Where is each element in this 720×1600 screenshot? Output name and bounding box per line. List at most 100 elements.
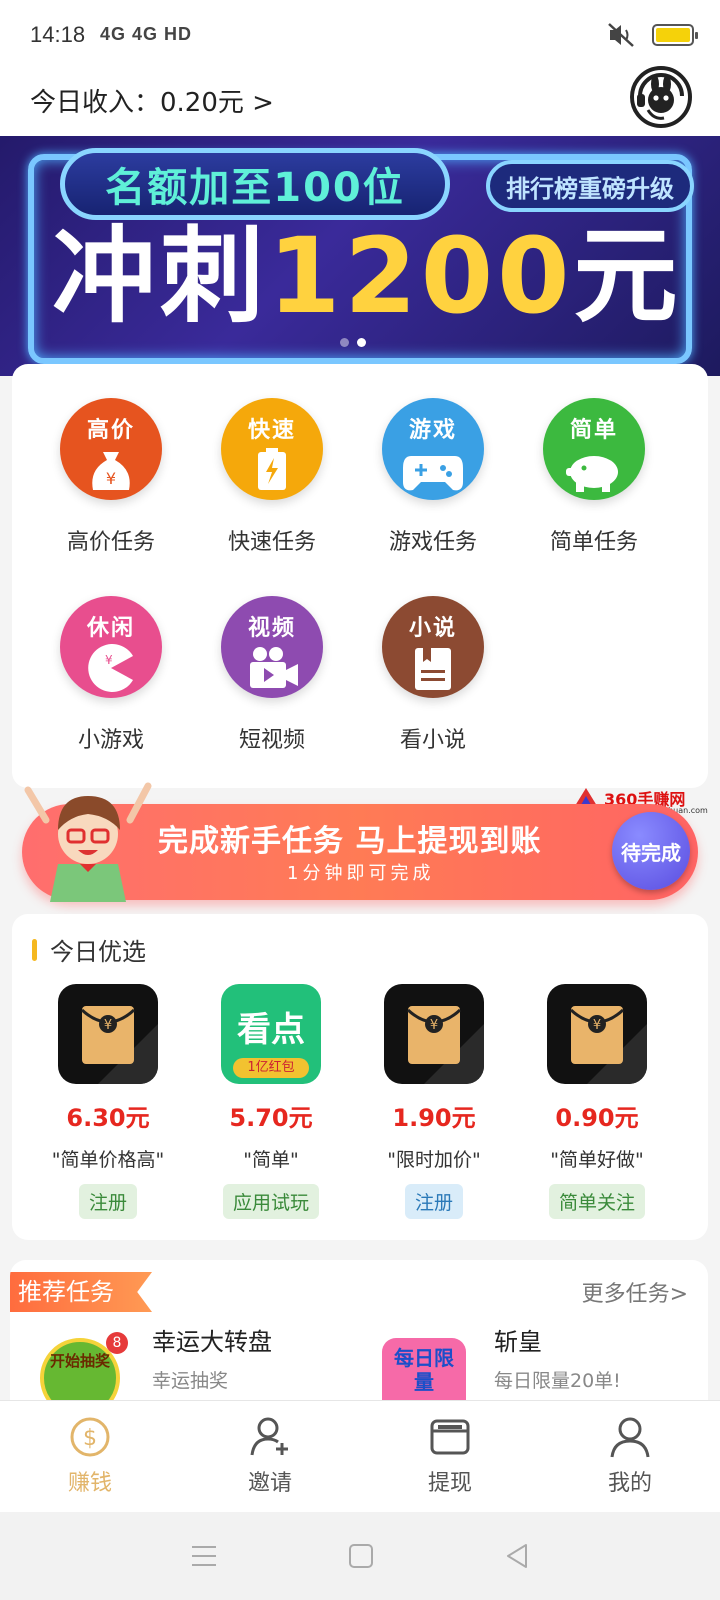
- task-badge: 简单: [569, 418, 618, 443]
- money-bag-icon: 高价 ¥: [60, 398, 162, 500]
- pending-complete-button[interactable]: 待完成: [612, 812, 690, 890]
- banner-tag: 排行榜重磅升级: [486, 160, 694, 212]
- task-simple[interactable]: 简单 简单任务: [519, 398, 669, 556]
- signal-indicators: 4G 4G HD: [100, 24, 193, 44]
- task-fast[interactable]: 快速 快速任务: [197, 398, 347, 556]
- tab-label: 赚钱: [67, 1471, 112, 1496]
- section-title: 今日优选: [32, 932, 146, 967]
- svg-text:$: $: [83, 1426, 97, 1451]
- pick-desc: "简单价格高": [51, 1149, 165, 1171]
- daily-limit-icon: 每日限量: [382, 1338, 466, 1400]
- tab-invite[interactable]: 邀请: [180, 1401, 360, 1512]
- today-income-link[interactable]: 今日收入：0.20元 >: [30, 82, 274, 119]
- pick-item[interactable]: ¥ 6.30元 "简单价格高" 注册: [28, 984, 188, 1219]
- rec-sub: 每日限量20单!: [494, 1370, 621, 1392]
- task-novel[interactable]: 小说 看小说: [358, 596, 508, 754]
- bottom-tab-bar: $ 赚钱 邀请 提现 我的: [0, 1400, 720, 1512]
- newbie-task-banner[interactable]: 完成新手任务 马上提现到账 1分钟即可完成 待完成: [22, 782, 698, 902]
- svg-text:¥: ¥: [593, 1018, 601, 1033]
- rec-name: 幸运大转盘: [152, 1328, 272, 1356]
- task-badge: 视频: [247, 616, 296, 641]
- mute-vibrate-icon: [608, 23, 634, 47]
- kandian-logo-text: 看点: [237, 1010, 305, 1050]
- pick-item[interactable]: ¥ 1.90元 "限时加价" 注册: [354, 984, 514, 1219]
- pick-item[interactable]: ¥ 0.90元 "简单好做" 简单关注: [517, 984, 677, 1219]
- task-label: 高价任务: [66, 530, 155, 555]
- task-label: 短视频: [238, 728, 305, 753]
- pick-tag: 应用试玩: [222, 1184, 319, 1219]
- wallet-icon: [430, 1419, 470, 1455]
- status-bar: 14:18 4G 4G HD: [0, 0, 720, 72]
- tab-label: 邀请: [247, 1471, 292, 1496]
- task-game[interactable]: 游戏 游戏任务: [358, 398, 508, 556]
- today-picks-card: 今日优选 ¥ 6.30元 "简单价格高" 注册 看点 1亿红包 5.70元 "简…: [12, 914, 708, 1240]
- rec-item-zhanhuang[interactable]: 每日限量 斩皇 每日限量20单!: [352, 1322, 682, 1400]
- gamepad-icon: 游戏: [382, 398, 484, 500]
- pick-price: 5.70元: [229, 1104, 313, 1132]
- task-badge: 高价: [86, 418, 135, 443]
- recommended-tasks-card: 推荐任务 更多任务> 开始抽奖 8 幸运大转盘 幸运抽奖 每日限量 斩皇 每日限…: [10, 1260, 708, 1400]
- rec-name: 斩皇: [494, 1328, 542, 1356]
- pick-tag: 简单关注: [548, 1184, 645, 1219]
- task-casual[interactable]: 休闲 ¥ 小游戏: [36, 596, 186, 754]
- lucky-wheel-text: 开始抽奖: [50, 1352, 111, 1370]
- pick-tag: 注册: [404, 1184, 463, 1219]
- task-badge: 快速: [247, 418, 296, 443]
- recommended-ribbon: 推荐任务: [10, 1272, 152, 1312]
- red-envelope-icon: ¥: [547, 984, 647, 1084]
- tab-label: 提现: [427, 1471, 472, 1496]
- pacman-icon: 休闲 ¥: [60, 596, 162, 698]
- svg-text:¥: ¥: [430, 1018, 438, 1033]
- battery-bolt-icon: 快速: [221, 398, 323, 500]
- promo-subtitle: 1分钟即可完成: [287, 863, 435, 884]
- cartoon-girl-icon: [24, 782, 152, 902]
- pick-desc: "简单": [243, 1149, 299, 1171]
- pick-tag: 注册: [78, 1184, 137, 1219]
- user-icon: [610, 1417, 650, 1458]
- kandian-badge: 1亿红包: [233, 1058, 309, 1078]
- banner-pagination: [340, 338, 366, 347]
- tab-withdraw[interactable]: 提现: [360, 1401, 540, 1512]
- banner-pill: 名额加至100位: [60, 148, 450, 220]
- svg-text:¥: ¥: [106, 469, 116, 488]
- task-high-price[interactable]: 高价 ¥ 高价任务: [36, 398, 186, 556]
- dollar-coin-icon: $: [70, 1417, 110, 1457]
- task-video[interactable]: 视频 短视频: [197, 596, 347, 754]
- rec-item-lucky-wheel[interactable]: 开始抽奖 8 幸运大转盘 幸运抽奖: [10, 1322, 340, 1400]
- menu-icon[interactable]: [190, 1544, 218, 1568]
- tab-earn[interactable]: $ 赚钱: [0, 1401, 180, 1512]
- banner-suffix: 元: [573, 215, 682, 337]
- red-envelope-icon: ¥: [384, 984, 484, 1084]
- rec-sub: 幸运抽奖: [152, 1370, 229, 1392]
- status-time: 14:18: [30, 22, 86, 47]
- promo-banner[interactable]: 名额加至100位 排行榜重磅升级 冲刺1200元: [0, 136, 720, 376]
- piggy-bank-icon: 简单: [543, 398, 645, 500]
- home-icon[interactable]: [348, 1543, 374, 1569]
- task-category-card: 高价 ¥ 高价任务 快速 快速任务 游戏 游戏任务 简单 简单任务 休闲 ¥ 小…: [12, 364, 708, 788]
- notification-badge: 8: [106, 1332, 128, 1354]
- svg-text:¥: ¥: [104, 1018, 112, 1033]
- status-icons: [606, 22, 698, 48]
- tab-label: 我的: [607, 1471, 652, 1496]
- pick-desc: "限时加价": [387, 1149, 481, 1171]
- customer-service-button[interactable]: [630, 66, 692, 128]
- back-icon[interactable]: [504, 1542, 530, 1570]
- rabbit-headset-icon: [637, 73, 684, 120]
- banner-dot-active[interactable]: [357, 338, 366, 347]
- pick-price: 1.90元: [392, 1104, 476, 1132]
- promo-title: 完成新手任务 马上提现到账: [158, 824, 542, 859]
- task-badge: 休闲: [86, 616, 135, 641]
- task-badge: 小说: [408, 616, 457, 641]
- tab-profile[interactable]: 我的: [540, 1401, 720, 1512]
- banner-headline: 冲刺1200元: [52, 224, 681, 328]
- banner-dot[interactable]: [340, 338, 349, 347]
- battery-level: [656, 28, 690, 42]
- book-icon: 小说: [382, 596, 484, 698]
- more-tasks-link[interactable]: 更多任务>: [582, 1276, 688, 1308]
- system-nav-bar: [0, 1512, 720, 1600]
- red-envelope-icon: ¥: [58, 984, 158, 1084]
- banner-number: 1200: [268, 215, 574, 337]
- task-label: 简单任务: [549, 530, 638, 555]
- pick-item[interactable]: 看点 1亿红包 5.70元 "简单" 应用试玩: [191, 984, 351, 1219]
- svg-text:¥: ¥: [105, 653, 113, 667]
